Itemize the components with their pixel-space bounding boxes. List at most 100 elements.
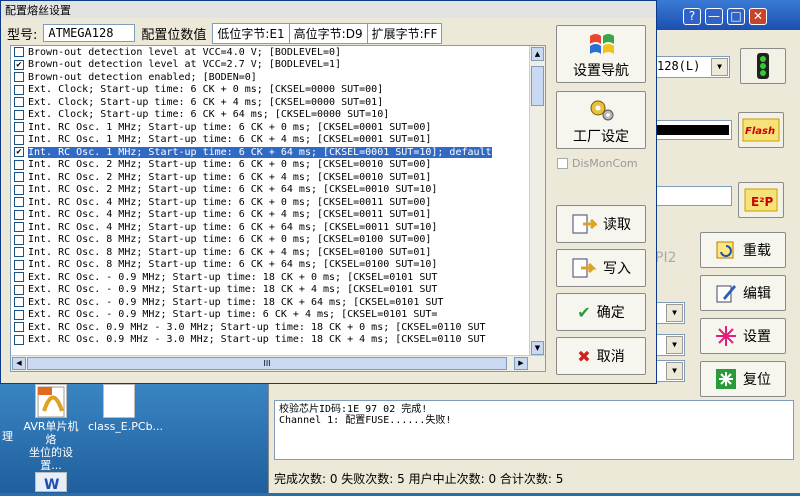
fuse-option-row[interactable]: Brown-out detection level at VCC=4.0 V; …: [11, 46, 531, 59]
fuse-option-row[interactable]: Ext. RC Osc. - 0.9 MHz; Start-up time: 1…: [11, 271, 531, 284]
checkbox[interactable]: [14, 134, 24, 145]
scroll-left-icon[interactable]: ◀: [12, 357, 26, 370]
horizontal-scrollbar[interactable]: ◀ III ▶: [11, 355, 545, 371]
close-button[interactable]: ✕: [749, 8, 767, 25]
device-select-value: 128(L): [657, 59, 701, 73]
flash-button[interactable]: Flash: [738, 112, 784, 148]
checkbox[interactable]: [14, 259, 24, 270]
checkbox[interactable]: [14, 322, 24, 333]
checkbox[interactable]: [14, 172, 24, 183]
cancel-button[interactable]: ✖ 取消: [556, 337, 646, 375]
fuse-option-row[interactable]: Ext. RC Osc. 0.9 MHz - 3.0 MHz; Start-up…: [11, 334, 531, 347]
scroll-right-icon[interactable]: ▶: [514, 357, 528, 370]
checkbox[interactable]: [14, 97, 24, 108]
log-output[interactable]: 校验芯片ID码:1E 97 02 完成! Channel 1: 配置FUSE..…: [274, 400, 794, 460]
checkbox[interactable]: [14, 72, 24, 83]
minimize-button[interactable]: —: [705, 8, 723, 25]
help-button[interactable]: ?: [683, 8, 701, 25]
checkbox[interactable]: [14, 284, 24, 295]
desktop-icon-pcb[interactable]: class_E.PCb...: [88, 384, 163, 433]
ok-button[interactable]: ✔ 确定: [556, 293, 646, 331]
write-button[interactable]: 写入: [556, 249, 646, 287]
fuse-option-row[interactable]: Ext. Clock; Start-up time: 6 CK + 64 ms;…: [11, 109, 531, 122]
reset-button[interactable]: 复位: [700, 361, 786, 397]
fuse-option-row[interactable]: ✔ Int. RC Osc. 1 MHz; Start-up time: 6 CK…: [11, 146, 531, 159]
fuse-option-row[interactable]: Int. RC Osc. 8 MHz; Start-up time: 6 CK …: [11, 259, 531, 272]
reset-icon: [716, 369, 736, 389]
checkbox[interactable]: [14, 297, 24, 308]
fuse-option-row[interactable]: Int. RC Osc. 8 MHz; Start-up time: 6 CK …: [11, 246, 531, 259]
checkbox[interactable]: [14, 184, 24, 195]
factory-settings-button[interactable]: 工厂设定: [556, 91, 646, 149]
fuse-option-row[interactable]: Int. RC Osc. 4 MHz; Start-up time: 6 CK …: [11, 196, 531, 209]
fuse-option-row[interactable]: Int. RC Osc. 2 MHz; Start-up time: 6 CK …: [11, 159, 531, 172]
option-select-1[interactable]: ▼: [655, 302, 685, 324]
fuse-option-label: Int. RC Osc. 4 MHz; Start-up time: 6 CK …: [28, 209, 432, 221]
fuse-option-row[interactable]: Int. RC Osc. 1 MHz; Start-up time: 6 CK …: [11, 121, 531, 134]
device-select[interactable]: 128(L) ▼: [652, 56, 730, 78]
fuse-option-row[interactable]: Int. RC Osc. 2 MHz; Start-up time: 6 CK …: [11, 184, 531, 197]
fuse-option-label: Ext. RC Osc. - 0.9 MHz; Start-up time: 1…: [28, 296, 444, 308]
checkbox[interactable]: [14, 84, 24, 95]
scroll-up-icon[interactable]: ▲: [531, 47, 544, 61]
maximize-button[interactable]: □: [727, 8, 745, 25]
starburst-icon: [716, 326, 736, 346]
fuse-checklist[interactable]: Brown-out detection level at VCC=4.0 V; …: [10, 45, 546, 372]
fuse-option-row[interactable]: Ext. RC Osc. - 0.9 MHz; Start-up time: 1…: [11, 296, 531, 309]
edit-button[interactable]: 编辑: [700, 275, 786, 311]
fuse-option-label: Int. RC Osc. 8 MHz; Start-up time: 6 CK …: [28, 259, 438, 271]
checkbox[interactable]: [14, 197, 24, 208]
fuse-option-row[interactable]: ✔ Brown-out detection level at VCC=2.7 V;…: [11, 59, 531, 72]
low-byte-value: 低位字节:E1: [212, 22, 290, 44]
checkbox[interactable]: [14, 209, 24, 220]
fuse-option-label: Ext. RC Osc. - 0.9 MHz; Start-up time: 6…: [28, 309, 438, 321]
flash-file-field[interactable]: [652, 120, 732, 140]
checked-checkbox[interactable]: ✔: [14, 59, 24, 70]
eeprom-file-field[interactable]: [652, 186, 732, 206]
fuse-option-row[interactable]: Ext. RC Osc. 0.9 MHz - 3.0 MHz; Start-up…: [11, 321, 531, 334]
scroll-thumb[interactable]: [531, 66, 544, 106]
checkbox[interactable]: [14, 334, 24, 345]
fuse-option-row[interactable]: Ext. Clock; Start-up time: 6 CK + 0 ms; …: [11, 84, 531, 97]
reload-button[interactable]: 重载: [700, 232, 786, 268]
checkbox[interactable]: [14, 234, 24, 245]
fuse-option-label: Ext. RC Osc. 0.9 MHz - 3.0 MHz; Start-up…: [28, 321, 486, 333]
checkbox[interactable]: [14, 247, 24, 258]
checkbox[interactable]: [14, 122, 24, 133]
desktop-icon-pdf[interactable]: AVR单片机烙 坐位的设置...: [20, 384, 82, 472]
fuse-option-row[interactable]: Int. RC Osc. 4 MHz; Start-up time: 6 CK …: [11, 209, 531, 222]
checkbox[interactable]: [14, 222, 24, 233]
hscroll-thumb[interactable]: III: [27, 357, 507, 370]
desktop: 理 AVR单片机烙 坐位的设置... class_E.PCb... W: [0, 380, 270, 493]
fuse-option-row[interactable]: Int. RC Osc. 4 MHz; Start-up time: 6 CK …: [11, 221, 531, 234]
option-select-3[interactable]: ▼: [655, 360, 685, 382]
scroll-down-icon[interactable]: ▼: [531, 341, 544, 355]
fuse-option-label: Int. RC Osc. 1 MHz; Start-up time: 6 CK …: [28, 146, 492, 158]
fuse-option-row[interactable]: Int. RC Osc. 1 MHz; Start-up time: 6 CK …: [11, 134, 531, 147]
desktop-icon-word[interactable]: W: [20, 472, 82, 494]
checkbox[interactable]: [14, 47, 24, 58]
settings-button[interactable]: 设置: [700, 318, 786, 354]
option-select-2[interactable]: ▼: [655, 334, 685, 356]
fuse-option-row[interactable]: Brown-out detection enabled; [BODEN=0]: [11, 71, 531, 84]
vertical-scrollbar[interactable]: ▲ ▼: [529, 46, 545, 356]
read-button[interactable]: 读取: [556, 205, 646, 243]
checkbox[interactable]: [14, 109, 24, 120]
checkbox[interactable]: [14, 309, 24, 320]
fuse-option-row[interactable]: Ext. RC Osc. - 0.9 MHz; Start-up time: 6…: [11, 309, 531, 322]
checkbox[interactable]: [14, 159, 24, 170]
fuse-option-row[interactable]: Int. RC Osc. 2 MHz; Start-up time: 6 CK …: [11, 171, 531, 184]
fuse-option-row[interactable]: Ext. RC Osc. - 0.9 MHz; Start-up time: 1…: [11, 284, 531, 297]
pdf-file-icon: [35, 384, 67, 418]
dismoncom-checkbox[interactable]: DisMonCom: [557, 157, 638, 170]
reload-label: 重载: [743, 243, 771, 259]
wizard-button[interactable]: 设置导航: [556, 25, 646, 83]
read-icon: [572, 214, 597, 234]
eeprom-button[interactable]: E²P: [738, 182, 784, 218]
checkbox[interactable]: [14, 272, 24, 283]
checked-checkbox[interactable]: ✔: [14, 147, 24, 158]
dismoncom-checkbox-box: [557, 158, 568, 169]
fuse-option-row[interactable]: Ext. Clock; Start-up time: 6 CK + 4 ms; …: [11, 96, 531, 109]
traffic-light-button[interactable]: [740, 48, 786, 84]
fuse-option-row[interactable]: Int. RC Osc. 8 MHz; Start-up time: 6 CK …: [11, 234, 531, 247]
